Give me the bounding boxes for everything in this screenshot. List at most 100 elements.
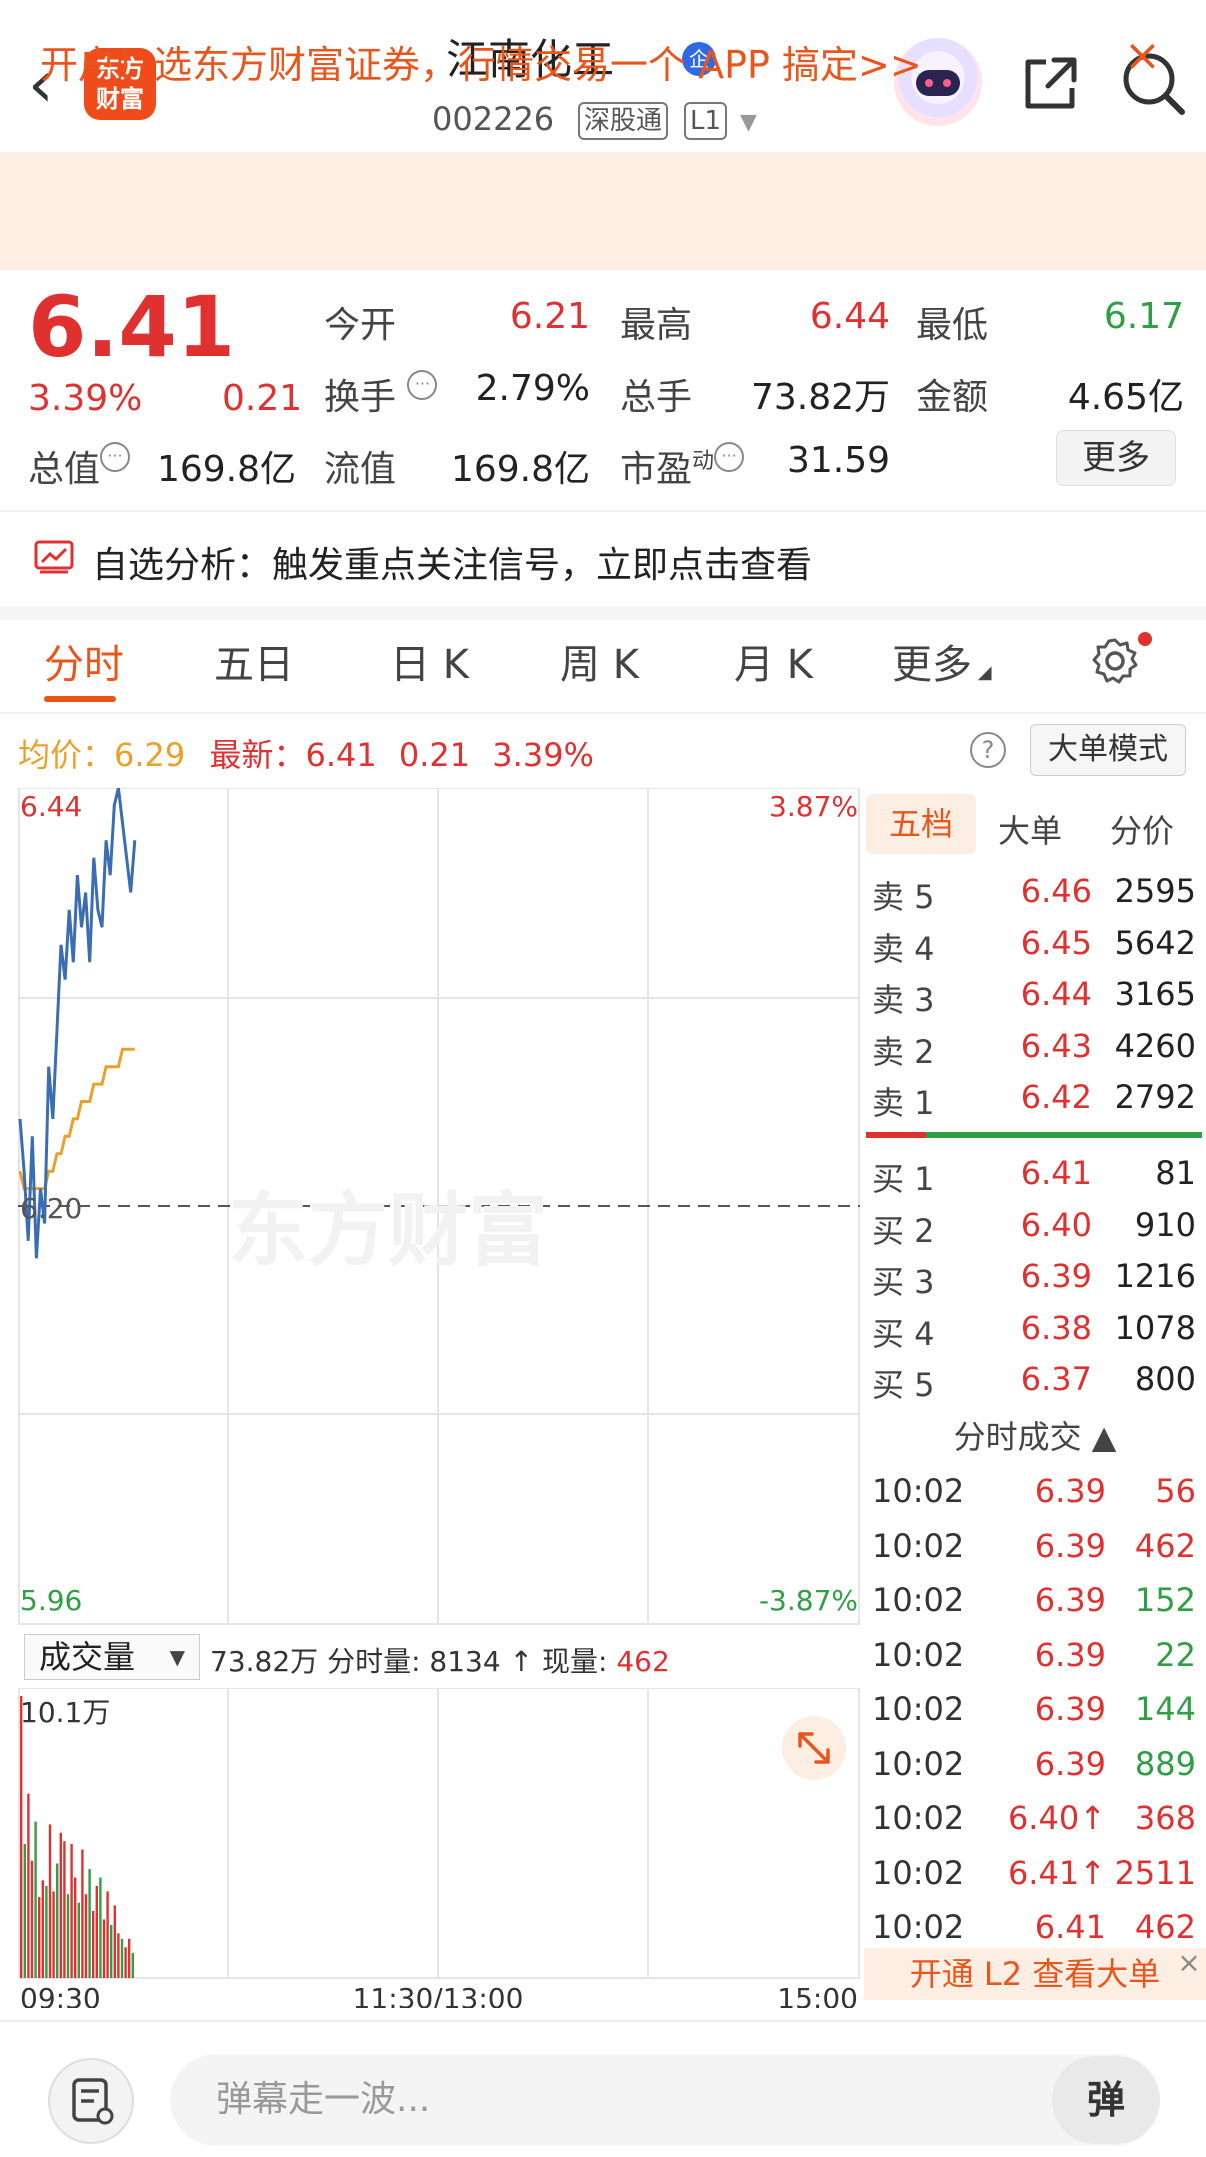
bid-level-row[interactable]: 买 1 6.41 81 [864,1154,1206,1206]
bid-level-row[interactable]: 买 4 6.38 1078 [864,1309,1206,1361]
bid-level-row[interactable]: 买 2 6.40 910 [864,1206,1206,1258]
trade-volume: 368 [1134,1799,1196,1837]
dropdown-caret-icon[interactable]: ▼ [740,110,757,135]
level-volume: 800 [1134,1360,1196,1398]
promo-banner-text[interactable]: 开户！选东方财富证券，行情交易一个 APP 搞定>> [40,34,922,89]
time-sales-title[interactable]: 分时成交 ▲ [864,1412,1206,1458]
trade-volume: 2511 [1114,1853,1196,1892]
ask-level-row[interactable]: 卖 1 6.42 2792 [864,1078,1206,1130]
bid-level-row[interactable]: 买 3 6.39 1216 [864,1257,1206,1309]
promo-banner[interactable] [0,152,1206,270]
trade-time: 10:02 [872,1744,965,1783]
ask-level-row[interactable]: 卖 2 6.43 4260 [864,1027,1206,1079]
volume-bar [56,1863,59,1978]
tab-big-orders[interactable]: 大单 [998,806,1062,852]
danmu-send-button[interactable]: 弹 [1052,2056,1160,2144]
x-axis-end-label: 15:00 [777,1982,858,2008]
volume-bar [124,1947,127,1978]
level-volume: 1216 [1114,1257,1196,1295]
close-icon[interactable]: × [1172,1946,1206,1980]
level-label: 卖 5 [872,878,935,916]
tab-daily-k[interactable]: 日 K [390,632,469,690]
volume-bar [66,1894,70,1978]
trade-row: 10:02 6.40↑ 368 [864,1799,1206,1853]
gear-icon[interactable] [1090,636,1140,686]
turnover-label: 换手 ··· [324,368,438,420]
volume-value: 73.82万 [750,377,890,418]
divider [0,606,1206,620]
ask-level-row[interactable]: 卖 3 6.44 3165 [864,975,1206,1027]
mktcap-value: 169.8亿 [156,449,296,490]
pct-axis-bottom-label: -3.87% [759,1584,858,1617]
open-l2-button[interactable]: 开通 L2 查看大单 [864,1948,1206,2000]
tab-monthly-k[interactable]: 月 K [734,632,813,690]
info-icon[interactable]: ··· [100,442,131,472]
stock-code: 002226 [432,100,555,138]
ask-level-row[interactable]: 卖 5 6.46 2595 [864,872,1206,924]
volume-bar [88,1869,91,1978]
bid-ask-ratio-bar-red [866,1132,926,1138]
tab-five-levels[interactable]: 五档 [866,794,976,854]
volume-bar [38,1897,41,1978]
tab-intraday[interactable]: 分时 [44,632,124,690]
volume-bar [45,1885,48,1978]
trade-time: 10:02 [872,1581,965,1619]
trade-row: 10:02 6.41↑ 2511 [864,1854,1206,1908]
more-quote-button[interactable]: 更多 [1056,430,1176,486]
tab-price-distribution[interactable]: 分价 [1110,806,1174,852]
expand-icon[interactable] [782,1716,846,1780]
volume-bar [81,1849,84,1978]
ask-level-row[interactable]: 卖 4 6.45 5642 [864,924,1206,976]
tab-weekly-k[interactable]: 周 K [560,632,639,690]
y-axis-mid-label: 6.20 [20,1192,82,1225]
turnover-value: 2.79% [475,368,590,409]
tab-more[interactable]: 更多 ◢ [892,632,992,690]
volume-bar [128,1938,131,1978]
trade-row: 10:02 6.39 889 [864,1745,1206,1799]
level-label: 卖 2 [872,1032,935,1071]
volume-indicator-select[interactable]: 成交量 ▼ [24,1634,200,1680]
tab-five-day[interactable]: 五日 [214,632,294,690]
close-icon[interactable]: × [1124,30,1161,81]
watchlist-analysis-link[interactable]: 自选分析：触发重点关注信号，立即点击查看 [92,536,812,588]
trade-volume: 152 [1134,1581,1196,1619]
volume-bar [48,1824,52,1978]
avg-price-line [18,1047,135,1191]
volume-bar [106,1891,109,1978]
intraday-chart[interactable]: 东方财富 6.44 3.87% 6.20 5.96 -3.87% [18,788,860,1628]
help-icon[interactable]: ? [970,732,1006,768]
volume-chart[interactable]: 10.1万 09:30 11:30/13:00 15:00 [18,1688,860,2008]
chart-analysis-icon [34,540,74,574]
info-icon[interactable]: ··· [407,370,438,400]
avg-price-bar: 均价：6.29 最新：6.41 0.21 3.39% [18,736,594,774]
trade-volume: 889 [1134,1744,1196,1783]
big-order-mode-button[interactable]: 大单模式 [1030,724,1186,776]
amount-value: 4.65亿 [1067,377,1184,418]
level-price: 6.43 [1020,1026,1092,1065]
info-icon[interactable]: ··· [714,442,745,472]
danmu-input[interactable]: 弹幕走一波... [170,2054,1160,2146]
bid-level-row[interactable]: 买 5 6.37 800 [864,1360,1206,1412]
volume-bars [20,1696,134,1978]
x-axis-start-label: 09:30 [20,1982,101,2008]
volume-bar [52,1891,55,1978]
level-price: 6.38 [1020,1308,1092,1347]
volume-bar [77,1902,80,1978]
divider [0,712,1206,714]
volume-bar [120,1938,124,1978]
trade-time: 10:02 [872,1908,965,1946]
note-icon[interactable] [48,2058,134,2144]
volume-bar [30,1860,34,1978]
share-icon[interactable] [1018,52,1082,116]
volume-label: 总手 [620,377,693,418]
volume-bar [59,1832,62,1978]
trade-time: 10:02 [872,1635,965,1674]
level-price: 6.41 [1020,1154,1092,1192]
trade-time: 10:02 [872,1526,965,1565]
divider [0,510,1206,512]
volume-grid [227,1688,649,1978]
level-price: 6.37 [1020,1360,1092,1398]
level-price: 6.40 [1020,1205,1092,1244]
tab-underline [44,696,116,702]
notification-dot [1138,632,1152,646]
